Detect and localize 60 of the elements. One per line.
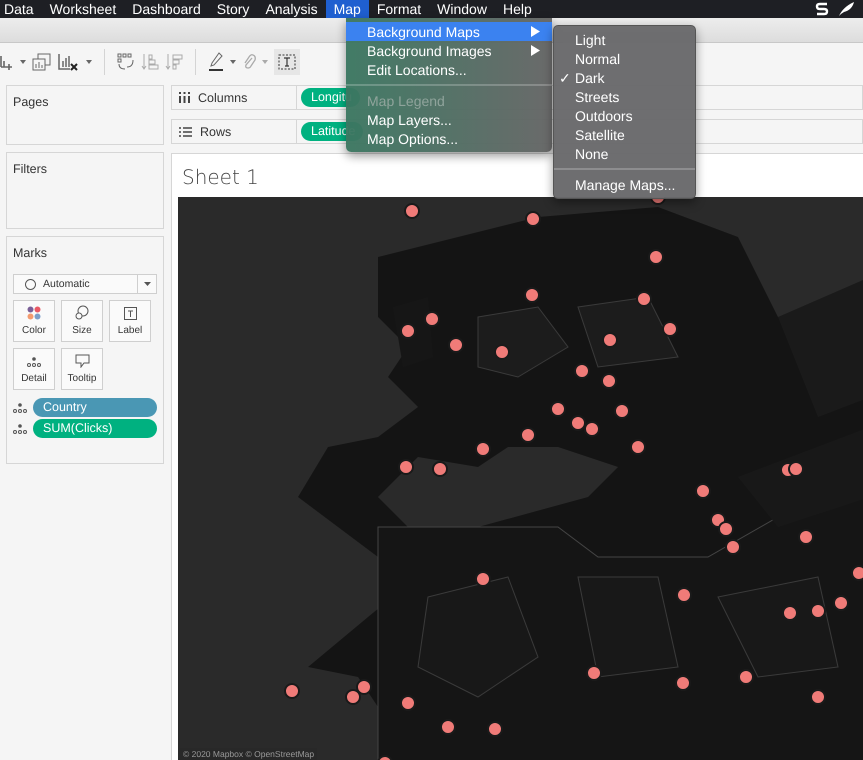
filters-title: Filters xyxy=(13,162,48,176)
menu-item[interactable]: Background Maps xyxy=(346,22,552,41)
rows-icon xyxy=(179,126,192,136)
detail-button[interactable]: Detail xyxy=(13,348,55,390)
menu-item[interactable]: None xyxy=(554,144,695,163)
shelf-label: Rows xyxy=(200,124,232,138)
color-dots-icon xyxy=(27,306,41,320)
highlighter-icon[interactable] xyxy=(208,52,224,72)
swap-axes-icon[interactable] xyxy=(117,53,135,71)
mark-type-dropdown[interactable]: Automatic xyxy=(13,274,157,294)
menu-bar-item[interactable]: Analysis xyxy=(257,0,326,18)
submenu-arrow-icon xyxy=(531,45,540,56)
pages-title: Pages xyxy=(13,95,48,109)
caret-icon[interactable] xyxy=(230,60,236,64)
shelf-label: Columns xyxy=(198,90,248,104)
menu-item[interactable]: Background Images xyxy=(346,41,552,60)
menu-bar-item[interactable]: Window xyxy=(429,0,495,18)
menu-item[interactable]: Edit Locations... xyxy=(346,60,552,79)
menu-item[interactable]: ✓ Dark xyxy=(554,68,695,87)
detail-dots-icon xyxy=(13,422,27,434)
menu-bar-item[interactable]: Help xyxy=(494,0,540,18)
s-logo-icon[interactable] xyxy=(815,1,829,17)
speech-bubble-icon xyxy=(74,354,90,368)
menu-item[interactable]: Satellite xyxy=(554,125,695,144)
chart-plus-icon[interactable] xyxy=(0,53,14,71)
menu-item[interactable]: Outdoors xyxy=(554,106,695,125)
menu-item[interactable]: Map Layers... xyxy=(346,110,552,129)
field-pill[interactable]: Country xyxy=(33,398,157,417)
caret-icon[interactable] xyxy=(144,282,150,286)
menu-bar-item[interactable]: Map xyxy=(326,0,369,18)
paperclip-icon[interactable] xyxy=(242,53,256,71)
detail-dots-icon xyxy=(27,356,41,368)
field-pill[interactable]: SUM(Clicks) xyxy=(33,419,157,438)
menu-item[interactable]: Streets xyxy=(554,87,695,106)
menu-item[interactable]: Manage Maps... xyxy=(554,175,695,194)
submenu-arrow-icon xyxy=(531,26,540,37)
menu-bar-item[interactable]: Worksheet xyxy=(42,0,124,18)
columns-icon xyxy=(179,92,190,103)
size-circles-icon xyxy=(75,305,89,320)
tooltip-button[interactable]: Tooltip xyxy=(61,348,103,390)
color-button[interactable]: Color xyxy=(13,300,55,342)
menu-bar-item[interactable]: Story xyxy=(208,0,258,18)
menu-bar-item[interactable]: Data xyxy=(0,0,42,18)
duplicate-chart-icon[interactable] xyxy=(32,53,52,71)
clear-chart-icon[interactable] xyxy=(58,52,80,72)
caret-icon[interactable] xyxy=(86,60,92,64)
menu-bar-item[interactable]: Format xyxy=(368,0,430,18)
marks-title: Marks xyxy=(13,246,48,260)
menu-bar-item[interactable]: Dashboard xyxy=(124,0,209,18)
text-frame-button[interactable] xyxy=(274,49,300,75)
menu-item[interactable]: Light xyxy=(554,30,695,49)
feather-icon[interactable] xyxy=(837,1,855,17)
detail-dots-icon xyxy=(13,402,27,414)
sheet-title: Sheet 1 xyxy=(181,164,259,191)
menu-item[interactable]: Normal xyxy=(554,49,695,68)
text-box-icon xyxy=(124,307,136,320)
label-button[interactable]: Label xyxy=(109,300,151,342)
caret-icon[interactable] xyxy=(20,60,26,64)
check-mark: ✓ xyxy=(559,70,571,86)
size-button[interactable]: Size xyxy=(61,300,103,342)
